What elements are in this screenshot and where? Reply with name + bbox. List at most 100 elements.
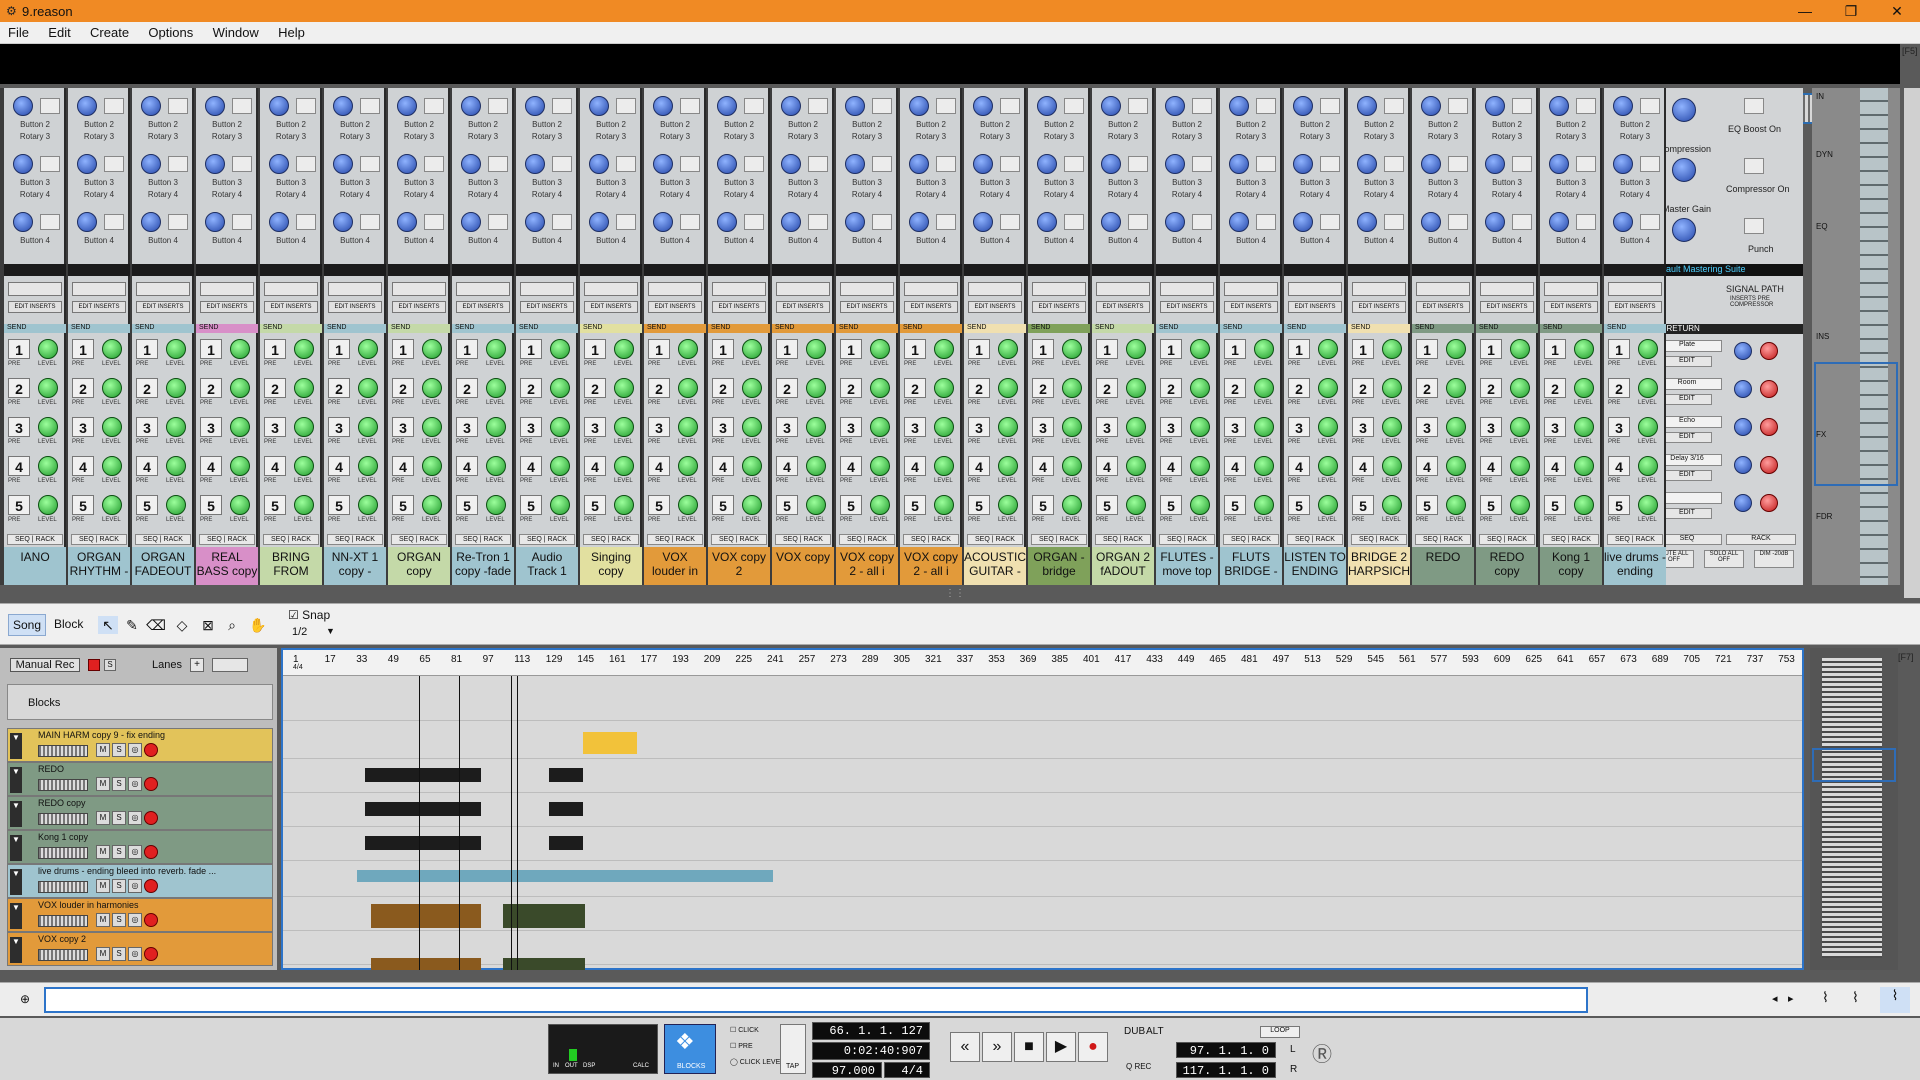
send-level-knob-icon[interactable] xyxy=(422,339,442,359)
insert-controls[interactable] xyxy=(904,282,958,296)
monitor-button[interactable]: ◎ xyxy=(128,913,142,927)
fx-edit-button[interactable]: EDIT xyxy=(1662,356,1712,367)
minimize-button[interactable]: — xyxy=(1782,0,1828,22)
macro-button[interactable] xyxy=(1640,98,1660,114)
send-toggle[interactable]: 1 xyxy=(136,339,158,359)
rotary-knob-icon[interactable] xyxy=(1165,212,1185,232)
send-level-knob-icon[interactable] xyxy=(550,495,570,515)
seq-rack-buttons[interactable]: SEQ | RACK xyxy=(711,534,767,545)
send-level-knob-icon[interactable] xyxy=(1318,339,1338,359)
track-expand-icon[interactable]: ▼ xyxy=(10,733,22,759)
mute-button[interactable]: M xyxy=(96,913,110,927)
track-name[interactable]: MAIN HARM copy 9 - fix ending xyxy=(38,730,165,740)
send-level-knob-icon[interactable] xyxy=(102,417,122,437)
menu-help[interactable]: Help xyxy=(270,22,313,40)
rotary-knob-icon[interactable] xyxy=(973,154,993,174)
record-enable-button[interactable] xyxy=(144,879,158,893)
send-level-knob-icon[interactable] xyxy=(422,378,442,398)
loop-right-display[interactable]: 117. 1. 1. 0 xyxy=(1176,1062,1276,1078)
rotary-knob-icon[interactable] xyxy=(1549,212,1569,232)
macro-button[interactable] xyxy=(1128,156,1148,172)
send-toggle[interactable]: 5 xyxy=(776,495,798,515)
macro-button[interactable] xyxy=(1128,214,1148,230)
marker-line[interactable] xyxy=(511,676,512,970)
macro-button[interactable] xyxy=(104,214,124,230)
send-level-knob-icon[interactable] xyxy=(806,456,826,476)
macro-button[interactable] xyxy=(1448,98,1468,114)
seq-button[interactable]: SEQ xyxy=(847,536,862,543)
track-expand-icon[interactable]: ▼ xyxy=(10,869,22,895)
macro-button[interactable] xyxy=(1192,214,1212,230)
send-level-knob-icon[interactable] xyxy=(614,378,634,398)
rotary-knob-icon[interactable] xyxy=(1549,154,1569,174)
tempo-display[interactable]: 97.000 xyxy=(812,1062,882,1078)
fx-level-knob-icon[interactable] xyxy=(1734,494,1752,512)
send-level-knob-icon[interactable] xyxy=(742,339,762,359)
macro-button[interactable] xyxy=(808,214,828,230)
send-toggle[interactable]: 5 xyxy=(1544,495,1566,515)
rotary-knob-icon[interactable] xyxy=(973,96,993,116)
send-level-knob-icon[interactable] xyxy=(358,417,378,437)
send-toggle[interactable]: 1 xyxy=(1544,339,1566,359)
send-toggle[interactable]: 3 xyxy=(1608,417,1630,437)
macro-button[interactable] xyxy=(296,214,316,230)
channel-name[interactable]: NN-XT 1 copy - xyxy=(324,547,386,585)
rotary-knob-icon[interactable] xyxy=(1229,212,1249,232)
mute-button[interactable]: M xyxy=(96,947,110,961)
track-header[interactable]: ▼ MAIN HARM copy 9 - fix ending M S ◎ xyxy=(7,728,273,762)
rack-button[interactable]: RACK xyxy=(676,536,695,543)
rotary-knob-icon[interactable] xyxy=(13,212,33,232)
macro-button[interactable] xyxy=(1448,156,1468,172)
insert-controls[interactable] xyxy=(392,282,446,296)
seq-rack-buttons[interactable]: SEQ | RACK xyxy=(1479,534,1535,545)
send-toggle[interactable]: 2 xyxy=(136,378,158,398)
monitor-button[interactable]: ◎ xyxy=(128,947,142,961)
track-header[interactable]: ▼ VOX louder in harmonies M S ◎ xyxy=(7,898,273,932)
rotary-knob-icon[interactable] xyxy=(909,96,929,116)
edit-inserts-button[interactable]: EDIT INSERTS xyxy=(1480,301,1534,313)
rotary-knob-icon[interactable] xyxy=(1421,212,1441,232)
send-toggle[interactable]: 5 xyxy=(904,495,926,515)
send-toggle[interactable]: 2 xyxy=(1224,378,1246,398)
rotary-knob-icon[interactable] xyxy=(77,154,97,174)
edit-inserts-button[interactable]: EDIT INSERTS xyxy=(712,301,766,313)
rotary-knob-icon[interactable] xyxy=(845,96,865,116)
record-button[interactable]: ● xyxy=(1078,1032,1108,1062)
send-toggle[interactable]: 4 xyxy=(1352,456,1374,476)
arrange-clip[interactable] xyxy=(549,768,583,782)
send-toggle[interactable]: 3 xyxy=(136,417,158,437)
dub-button[interactable]: DUB xyxy=(1124,1026,1145,1037)
send-level-knob-icon[interactable] xyxy=(102,495,122,515)
edit-inserts-button[interactable]: EDIT INSERTS xyxy=(1544,301,1598,313)
send-level-knob-icon[interactable] xyxy=(998,495,1018,515)
channel-name[interactable]: Singing copy xyxy=(580,547,642,585)
send-level-knob-icon[interactable] xyxy=(230,456,250,476)
track-name[interactable]: live drums - ending bleed into reverb. f… xyxy=(38,866,216,876)
send-toggle[interactable]: 2 xyxy=(840,378,862,398)
send-level-knob-icon[interactable] xyxy=(1510,456,1530,476)
rotary-knob-icon[interactable] xyxy=(1229,154,1249,174)
rotary-knob-icon[interactable] xyxy=(845,212,865,232)
rotary-knob-icon[interactable] xyxy=(781,154,801,174)
send-toggle[interactable]: 5 xyxy=(840,495,862,515)
send-toggle[interactable]: 4 xyxy=(648,456,670,476)
send-toggle[interactable]: 1 xyxy=(200,339,222,359)
send-level-knob-icon[interactable] xyxy=(1254,456,1274,476)
edit-inserts-button[interactable]: EDIT INSERTS xyxy=(456,301,510,313)
seq-rack-buttons[interactable]: SEQ | RACK xyxy=(1223,534,1279,545)
rack-button[interactable]: RACK xyxy=(1572,536,1591,543)
insert-controls[interactable] xyxy=(1608,282,1662,296)
send-level-knob-icon[interactable] xyxy=(486,417,506,437)
arrange-clip[interactable] xyxy=(549,836,583,850)
rotary-knob-icon[interactable] xyxy=(1165,154,1185,174)
send-level-knob-icon[interactable] xyxy=(166,378,186,398)
record-enable-button[interactable] xyxy=(144,811,158,825)
send-level-knob-icon[interactable] xyxy=(1638,417,1658,437)
device-thumbnail[interactable] xyxy=(38,881,88,893)
macro-button[interactable] xyxy=(1384,214,1404,230)
send-level-knob-icon[interactable] xyxy=(1574,417,1594,437)
send-level-knob-icon[interactable] xyxy=(614,456,634,476)
send-toggle[interactable]: 5 xyxy=(1352,495,1374,515)
channel-name[interactable]: VOX copy xyxy=(772,547,834,585)
menu-edit[interactable]: Edit xyxy=(40,22,78,40)
